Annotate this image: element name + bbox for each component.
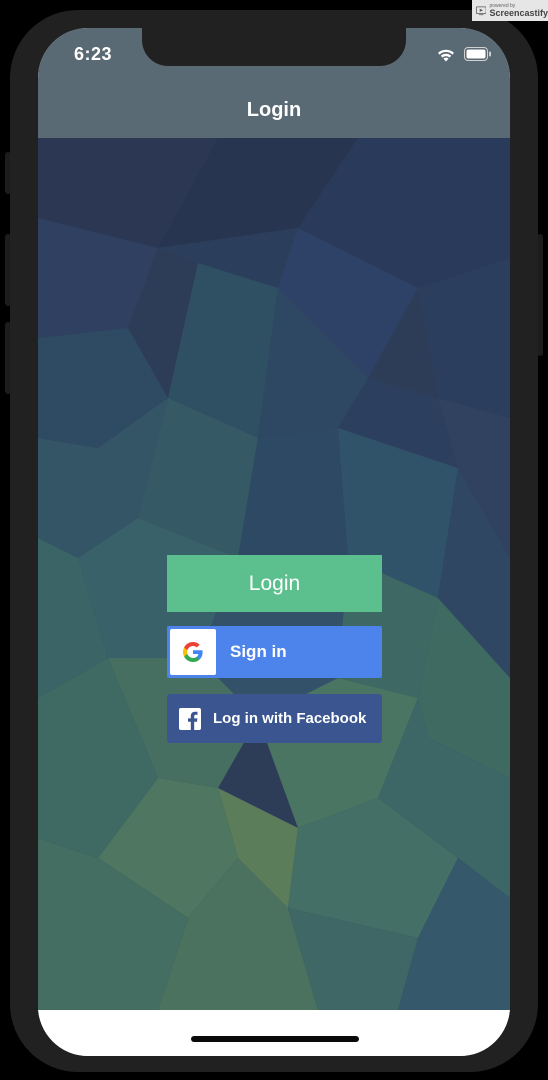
screenshot-stage: 6:23 Login Login Sign in Log in with Fac… [0,0,548,1080]
nav-title: Login [246,98,302,121]
screencastify-icon [476,6,487,15]
status-time: 6:23 [74,44,113,64]
watermark-name: Screencastify [489,7,548,18]
screencastify-watermark: powered by Screencastify [472,0,548,21]
phone-screen: 6:23 Login Login Sign in Log in with Fac… [38,28,510,1056]
google-button-label: Sign in [230,642,287,661]
home-indicator[interactable] [191,1036,359,1042]
home-indicator-area [38,1010,510,1056]
navigation-bar: Login [38,82,510,138]
login-button[interactable]: Login [167,555,382,612]
wifi-icon [438,49,454,62]
phone-frame: 6:23 Login Login Sign in Log in with Fac… [10,10,538,1072]
facebook-button-label: Log in with Facebook [213,710,367,727]
login-button-label: Login [248,571,301,595]
status-bar: 6:23 [38,28,510,82]
watermark-text: powered by Screencastify [489,3,548,18]
auth-buttons: Login Sign in Log in with Facebook [167,555,382,743]
facebook-icon [179,707,201,730]
notch [142,28,406,66]
polygon-background: Login Sign in Log in with Facebook [38,138,510,1010]
battery-icon [464,47,491,61]
google-logo-box [170,629,216,675]
facebook-login-button[interactable]: Log in with Facebook [167,694,382,743]
google-logo-icon [183,642,203,662]
google-sign-in-button[interactable]: Sign in [167,626,382,678]
